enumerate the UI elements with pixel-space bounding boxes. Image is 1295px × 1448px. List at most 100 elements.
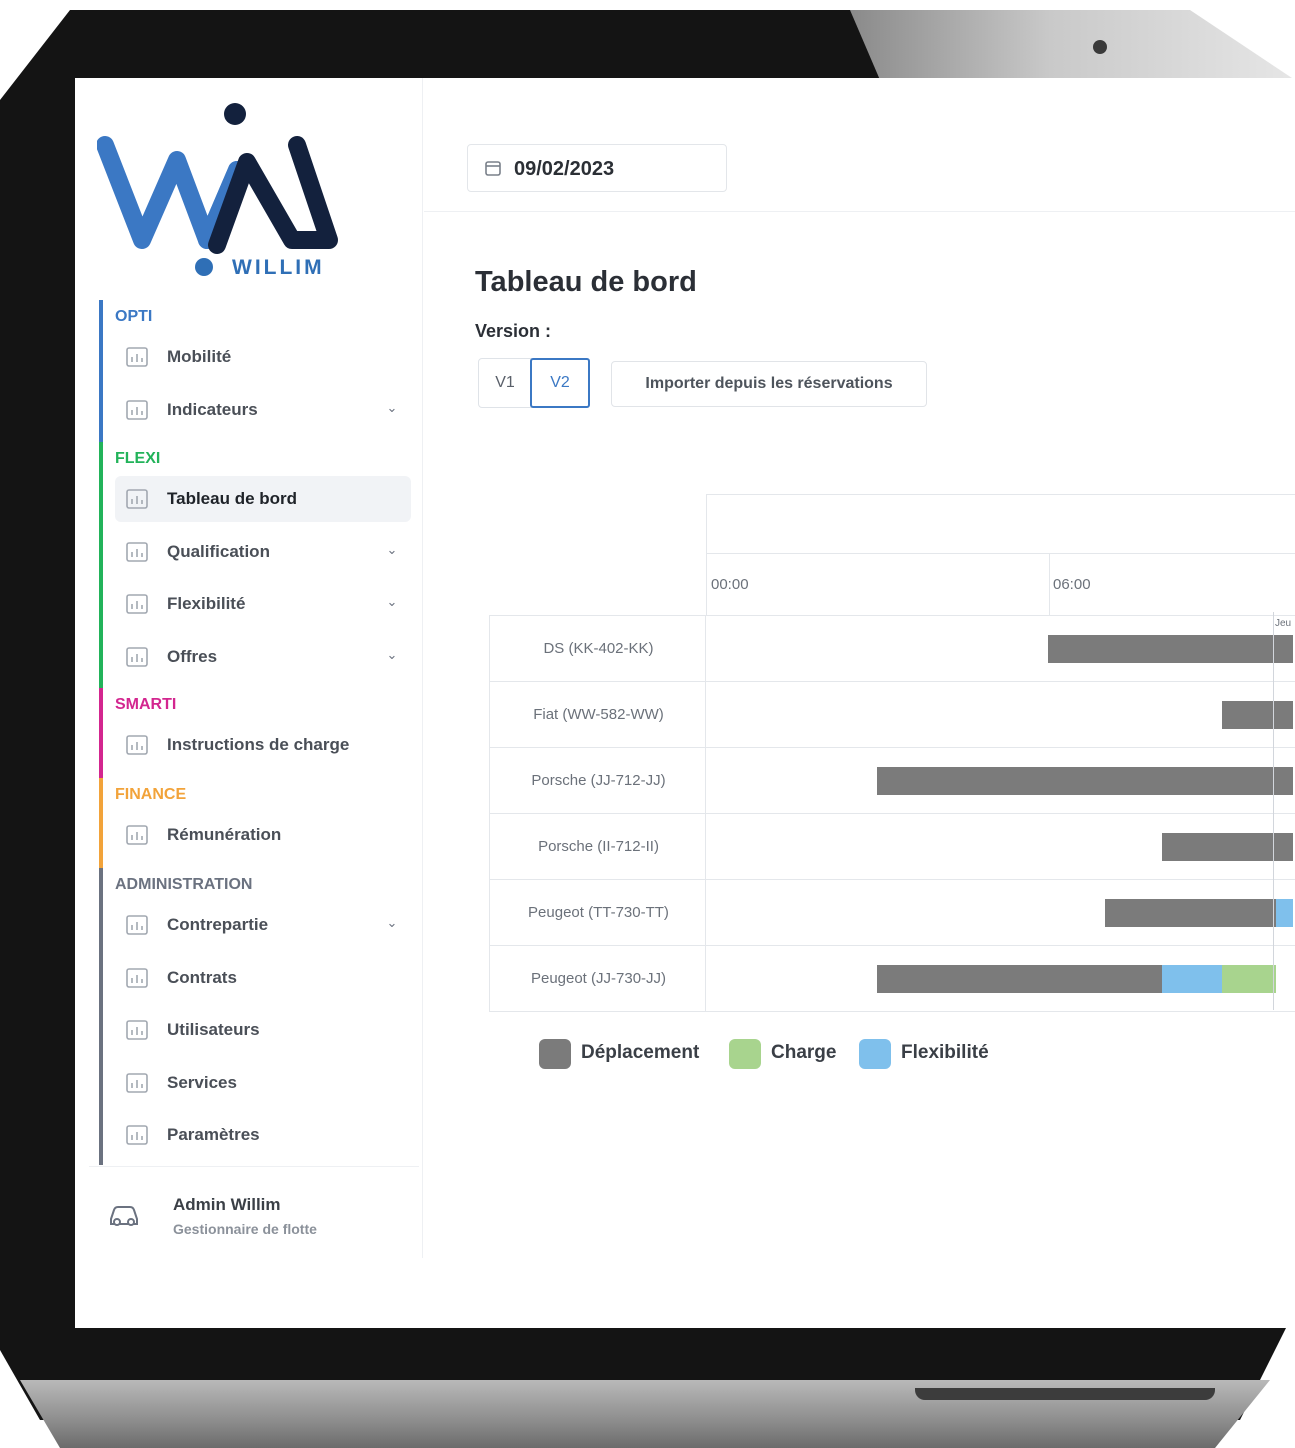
- sitemap-icon: [124, 1071, 150, 1095]
- gantt-vehicle-label: Porsche (JJ-712-JJ): [531, 772, 666, 789]
- sidebar-item-label: Indicateurs: [167, 399, 258, 419]
- document-icon: [124, 966, 150, 990]
- chevron-down-icon[interactable]: ⌄: [383, 399, 401, 417]
- sidebar-item-instructions-de-charge[interactable]: Instructions de charge: [115, 722, 411, 768]
- version-v2-button[interactable]: V2: [530, 358, 590, 408]
- sliders-icon: [124, 1123, 150, 1147]
- user-role: Gestionnaire de flotte: [173, 1221, 317, 1237]
- gantt-hour-gridline: [1049, 554, 1050, 616]
- version-v1-button[interactable]: V1: [478, 358, 532, 408]
- sidebar-item-qualification[interactable]: Qualification ⌄: [115, 529, 411, 575]
- coins-icon: [124, 823, 150, 847]
- brand-name: WILLIM: [232, 256, 325, 279]
- section-accent-bar: [99, 442, 103, 694]
- sidebar-item-utilisateurs[interactable]: Utilisateurs: [115, 1007, 411, 1053]
- sidebar-item-label: Instructions de charge: [167, 735, 350, 754]
- section-title: OPTI: [115, 308, 153, 325]
- calendar-icon: [484, 159, 502, 177]
- charge-icon: [124, 733, 150, 757]
- gantt-bar-déplacement[interactable]: [1105, 899, 1276, 927]
- sidebar-item-label: Services: [167, 1072, 237, 1092]
- laptop-notch: [915, 1388, 1215, 1400]
- gantt-bar-déplacement[interactable]: [877, 965, 1162, 993]
- gantt-hour-label: 06:00: [1053, 576, 1091, 593]
- gantt-date-header: [706, 494, 1295, 554]
- section-accent-bar: [99, 688, 103, 783]
- car-icon: [107, 1201, 141, 1229]
- section-accent-bar: [99, 868, 103, 1165]
- bar-chart-icon: [124, 398, 150, 422]
- sidebar-item-mobilité[interactable]: Mobilité: [115, 334, 411, 380]
- sidebar-item-label: Mobilité: [167, 347, 232, 366]
- gantt-now-marker: [1273, 612, 1274, 1010]
- import-reservations-button[interactable]: Importer depuis les réservations: [611, 361, 927, 407]
- gantt-vehicle-label: Peugeot (TT-730-TT): [528, 904, 669, 921]
- gantt-vehicle-label: DS (KK-402-KK): [543, 640, 654, 657]
- sidebar-item-contrats[interactable]: Contrats: [115, 955, 411, 1001]
- section-title: ADMINISTRATION: [115, 876, 253, 893]
- section-title: FLEXI: [115, 450, 161, 467]
- gantt-vehicle-label: Fiat (WW-582-WW): [533, 706, 664, 723]
- sidebar-item-flexibilité[interactable]: Flexibilité ⌄: [115, 581, 411, 627]
- sidebar-item-contrepartie[interactable]: Contrepartie ⌄: [115, 902, 411, 948]
- legend-swatch: [729, 1039, 761, 1069]
- legend-label: Charge: [771, 1042, 837, 1063]
- chevron-down-icon[interactable]: ⌄: [383, 646, 401, 664]
- bar-chart-icon: [124, 592, 150, 616]
- grid-icon: [124, 645, 150, 669]
- users-icon: [124, 1018, 150, 1042]
- sidebar-item-label: Utilisateurs: [167, 1020, 260, 1039]
- sidebar: WILLIM OPTI Mobilité Indicateurs ⌄ FLEXI Tabl…: [75, 78, 423, 1258]
- sidebar-item-label: Paramètres: [167, 1125, 260, 1144]
- gantt-rows: DS (KK-402-KK) Fiat (WW-582-WW) Porsche (J…: [489, 615, 1295, 1012]
- gantt-time-axis: 00:00 06:00: [706, 554, 1295, 616]
- sidebar-item-offres[interactable]: Offres ⌄: [115, 634, 411, 680]
- bar-chart-icon: [124, 540, 150, 564]
- sidebar-item-label: Rémunération: [167, 825, 282, 844]
- section-title: FINANCE: [115, 786, 187, 803]
- user-profile[interactable]: Admin Willim Gestionnaire de flotte: [89, 1166, 419, 1256]
- gantt-row-label-cell: Peugeot (JJ-730-JJ): [489, 946, 706, 1012]
- user-name: Admin Willim: [173, 1195, 281, 1214]
- sidebar-item-indicateurs[interactable]: Indicateurs ⌄: [115, 387, 411, 433]
- chevron-down-icon[interactable]: ⌄: [383, 541, 401, 559]
- gantt-bar-déplacement[interactable]: [1221, 701, 1294, 729]
- legend-swatch: [539, 1039, 571, 1069]
- gantt-row-label-cell: Fiat (WW-582-WW): [489, 682, 706, 748]
- sidebar-item-tableau-de-bord[interactable]: Tableau de bord: [115, 476, 411, 522]
- gantt-bar-charge[interactable]: [1221, 965, 1276, 993]
- sidebar-item-label: Contrats: [167, 967, 237, 987]
- version-label: Version :: [475, 321, 552, 341]
- gantt-row-label-cell: DS (KK-402-KK): [489, 616, 706, 682]
- date-value: 09/02/2023: [514, 158, 615, 180]
- chevron-down-icon[interactable]: ⌄: [383, 593, 401, 611]
- gantt-bar-flexibilité[interactable]: [1162, 965, 1222, 993]
- gantt-bar-flexibilité[interactable]: [1276, 899, 1294, 927]
- section-title: SMARTI: [115, 696, 177, 713]
- sidebar-item-paramètres[interactable]: Paramètres: [115, 1112, 411, 1158]
- line-chart-icon: [124, 487, 150, 511]
- chevron-down-icon[interactable]: ⌄: [383, 914, 401, 932]
- sidebar-item-label: Contrepartie: [167, 915, 269, 934]
- gantt-row-label-cell: Porsche (II-712-II): [489, 814, 706, 880]
- calendar-car-icon: [124, 345, 150, 369]
- section-accent-bar: [99, 778, 103, 873]
- legend-label: Flexibilité: [901, 1042, 989, 1063]
- sidebar-item-label: Flexibilité: [167, 594, 246, 613]
- gantt-row-label-cell: Peugeot (TT-730-TT): [489, 880, 706, 946]
- camera-icon: [1093, 40, 1107, 54]
- gantt-bar-déplacement[interactable]: [877, 767, 1294, 795]
- page-title: Tableau de bord: [475, 266, 697, 298]
- legend-swatch: [859, 1039, 891, 1069]
- app-screen: WILLIM OPTI Mobilité Indicateurs ⌄ FLEXI Tabl…: [75, 78, 1295, 1328]
- gantt-bar-déplacement[interactable]: [1048, 635, 1294, 663]
- bezel-glare: [850, 10, 1295, 80]
- sidebar-item-services[interactable]: Services: [115, 1060, 411, 1106]
- section-accent-bar: [99, 300, 103, 447]
- gantt-hour-label: 00:00: [711, 576, 749, 593]
- laptop-frame: WILLIM OPTI Mobilité Indicateurs ⌄ FLEXI Tabl…: [0, 0, 1295, 1448]
- sidebar-item-label: Tableau de bord: [167, 489, 298, 508]
- date-picker[interactable]: 09/02/2023: [467, 144, 727, 192]
- top-bar: 09/02/2023: [424, 78, 1295, 212]
- sidebar-item-rémunération[interactable]: Rémunération: [115, 812, 411, 858]
